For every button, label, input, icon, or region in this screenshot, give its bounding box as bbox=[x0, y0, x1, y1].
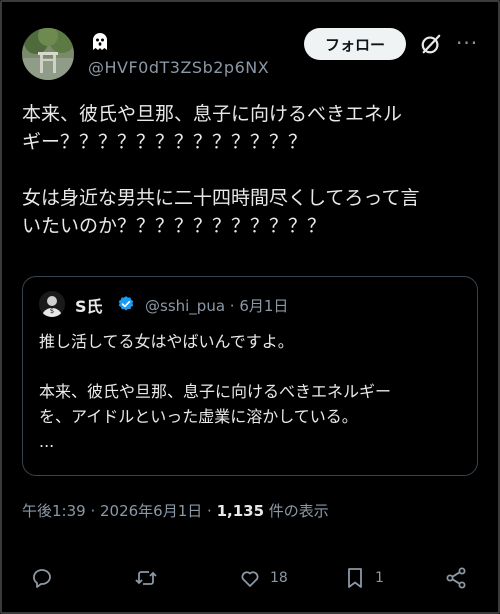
more-icon[interactable]: ··· bbox=[456, 32, 478, 54]
quoted-text: 推し活してる女はやばいんですよ。 本来、彼氏や旦那、息子に向けるべきエネルギー … bbox=[39, 329, 469, 454]
bookmark-count: 1 bbox=[375, 570, 384, 586]
tweet-line: 本来、彼氏や旦那、息子に向けるべきエネル bbox=[22, 103, 403, 125]
reply-icon bbox=[33, 569, 51, 588]
quoted-line: を、アイドルといった虚業に溶かしている。 bbox=[39, 407, 358, 426]
bookmark-icon bbox=[348, 568, 362, 588]
tweet-line: 女は身近な男共に二十四時間尽くしてろって言 bbox=[22, 187, 420, 209]
tweet-line: いたいのか？？？？？？？？？？？ bbox=[22, 215, 327, 237]
author-handle[interactable]: @HVF0dT3ZSb2p6NX bbox=[88, 58, 269, 77]
view-label: 件の表示 bbox=[264, 502, 329, 520]
follow-button[interactable]: フォロー bbox=[304, 28, 406, 60]
quoted-line: 推し活してる女はやばいんですよ。 bbox=[39, 332, 294, 351]
heart-icon bbox=[241, 571, 259, 587]
tweet-meta: 午後1:39 · 2026年6月1日 · 1,135 件の表示 bbox=[22, 500, 329, 521]
quoted-ellipsis: ... bbox=[39, 432, 55, 451]
verified-badge-icon bbox=[117, 295, 135, 313]
reply-button[interactable] bbox=[30, 560, 54, 596]
retweet-button[interactable] bbox=[134, 560, 158, 596]
quoted-avatar[interactable]: $ bbox=[39, 291, 65, 317]
tweet-line: ギー？？？？？？？？？？？？？ bbox=[22, 131, 308, 153]
view-count: 1,135 bbox=[216, 502, 265, 520]
avatar[interactable] bbox=[22, 28, 74, 80]
like-count: 18 bbox=[270, 570, 288, 586]
like-button[interactable]: 18 bbox=[238, 560, 288, 596]
bookmark-button[interactable]: 1 bbox=[343, 560, 384, 596]
ghost-icon bbox=[88, 30, 112, 54]
quoted-name[interactable]: S氏 bbox=[75, 293, 103, 317]
grok-icon[interactable] bbox=[420, 33, 442, 55]
quoted-tweet[interactable]: $ S氏 @sshi_pua · 6月1日 推し活してる女はやばいんですよ。 本… bbox=[22, 276, 478, 476]
action-bar: 18 1 bbox=[0, 560, 500, 596]
svg-text:$: $ bbox=[50, 307, 54, 315]
timestamp[interactable]: 午後1:39 · 2026年6月1日 · bbox=[22, 502, 217, 520]
retweet-icon bbox=[135, 571, 157, 585]
quoted-line: 本来、彼氏や旦那、息子に向けるべきエネルギー bbox=[39, 382, 392, 401]
tweet-text: 本来、彼氏や旦那、息子に向けるべきエネル ギー？？？？？？？？？？？？？ 女は身… bbox=[22, 100, 482, 240]
share-button[interactable] bbox=[444, 560, 468, 596]
share-icon bbox=[446, 567, 466, 589]
quoted-handle-date: @sshi_pua · 6月1日 bbox=[145, 297, 289, 315]
